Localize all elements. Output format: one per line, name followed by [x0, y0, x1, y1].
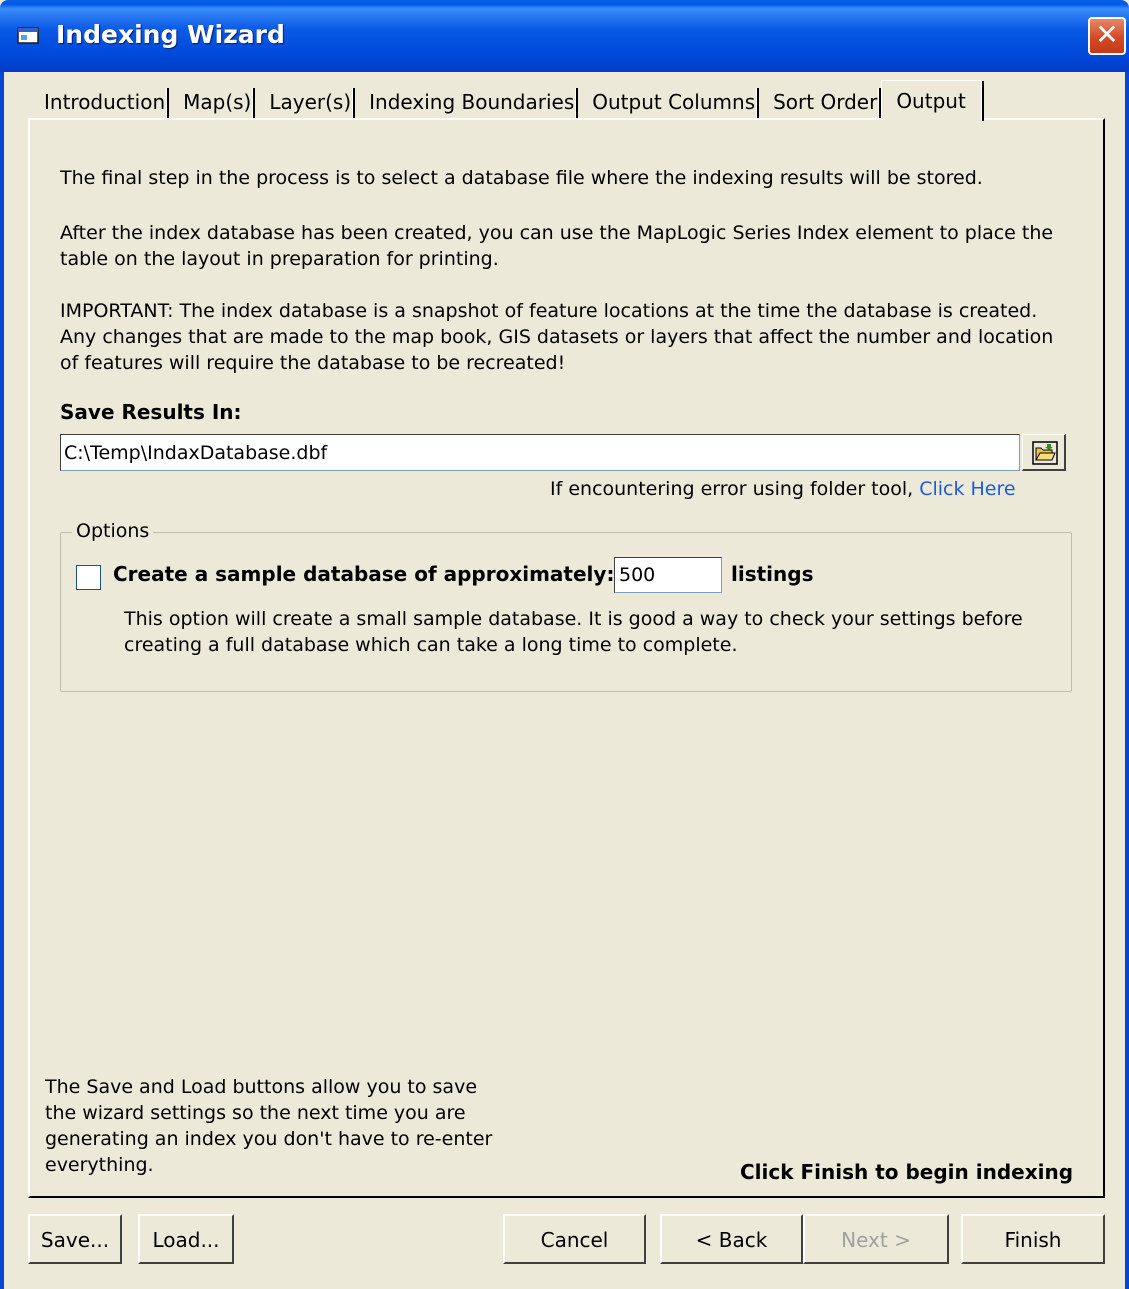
title-bar[interactable]: Indexing Wizard ✕ [0, 0, 1129, 72]
save-load-note: The Save and Load buttons allow you to s… [45, 1076, 493, 1176]
save-path-input[interactable] [60, 434, 1020, 471]
finish-instruction: Click Finish to begin indexing [740, 1160, 1074, 1184]
window-title: Indexing Wizard [56, 20, 285, 49]
sample-database-label[interactable]: Create a sample database of approximatel… [113, 562, 614, 586]
listings-label: listings [731, 562, 814, 586]
after-created-text: After the index database has been create… [60, 222, 1054, 270]
window-frame-left [0, 72, 4, 1289]
tab-maps[interactable]: Map(s) [169, 84, 256, 120]
folder-error-text: If encountering error using folder tool, [550, 478, 914, 500]
tab-indexing-boundaries[interactable]: Indexing Boundaries [355, 84, 579, 120]
tab-layers[interactable]: Layer(s) [255, 84, 355, 120]
save-results-label: Save Results In: [60, 400, 242, 424]
app-icon [17, 27, 39, 44]
options-legend: Options [72, 520, 154, 542]
load-button[interactable]: Load... [138, 1214, 234, 1264]
back-button[interactable]: < Back [660, 1214, 803, 1264]
sample-option-note: This option will create a small sample d… [124, 608, 1023, 656]
close-button[interactable]: ✕ [1088, 17, 1126, 55]
tab-output[interactable]: Output [881, 80, 985, 121]
tab-strip: Introduction Map(s) Layer(s) Indexing Bo… [30, 80, 985, 121]
cancel-button[interactable]: Cancel [503, 1214, 646, 1264]
close-icon: ✕ [1095, 18, 1119, 51]
important-text: IMPORTANT: The index database is a snaps… [60, 300, 1054, 374]
sample-database-checkbox[interactable] [76, 565, 101, 590]
click-here-link[interactable]: Click Here [919, 478, 1015, 500]
folder-error-note: If encountering error using folder tool,… [550, 478, 1016, 500]
browse-folder-button[interactable] [1022, 434, 1066, 471]
sample-count-input[interactable] [614, 557, 722, 593]
tab-sort-order[interactable]: Sort Order [759, 84, 882, 120]
tab-introduction[interactable]: Introduction [30, 84, 170, 120]
next-button: Next > [803, 1214, 949, 1264]
window-frame-right [1125, 72, 1129, 1289]
save-button[interactable]: Save... [28, 1214, 122, 1264]
finish-button[interactable]: Finish [961, 1214, 1105, 1264]
tab-output-columns[interactable]: Output Columns [578, 84, 759, 120]
folder-open-icon [1032, 441, 1058, 465]
intro-text: The final step in the process is to sele… [60, 167, 983, 189]
